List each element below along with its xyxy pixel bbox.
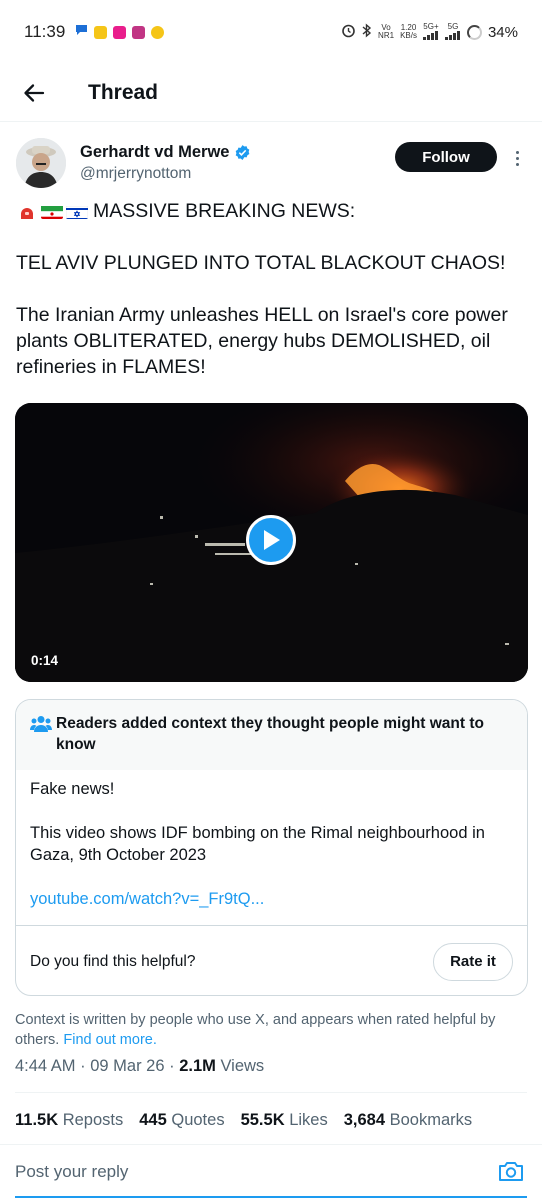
- avatar[interactable]: [16, 138, 66, 188]
- author-handle[interactable]: @mrjerrynottom: [80, 165, 251, 183]
- siren-icon: [16, 203, 38, 219]
- battery-icon: [466, 24, 482, 40]
- context-footer: Context is written by people who use X, …: [15, 1010, 527, 1050]
- bluetooth-icon: [362, 22, 372, 42]
- app-notification-icon: [94, 25, 108, 39]
- community-note-line: This video shows IDF bombing on the Rima…: [30, 824, 485, 864]
- tweet-text: MASSIVE BREAKING NEWS: TEL AVIV PLUNGED …: [16, 198, 530, 380]
- back-button[interactable]: [14, 73, 54, 113]
- status-right: Vo NR1 1.20 KB/s 5G+ 5G 34%: [341, 22, 518, 42]
- more-options-button[interactable]: [510, 144, 524, 172]
- reposts-stat[interactable]: 11.5K Reposts: [15, 1111, 123, 1130]
- likes-stat[interactable]: 55.5K Likes: [241, 1111, 328, 1130]
- bookmarks-stat[interactable]: 3,684 Bookmarks: [344, 1111, 472, 1130]
- community-note-line: Fake news!: [30, 780, 115, 798]
- author-text: Gerhardt vd Merwe @mrjerrynottom: [80, 143, 251, 183]
- emoji-group: [16, 203, 88, 219]
- more-dots-icon: [515, 150, 519, 154]
- status-time: 11:39: [24, 22, 66, 41]
- status-bar: 11:39 Vo NR1 1.20 KB/s 5G+ 5G 34%: [0, 0, 542, 64]
- tweet-line: The Iranian Army unleashes HELL on Israe…: [16, 304, 508, 378]
- app-notification-icon: [113, 25, 127, 39]
- community-note-link[interactable]: youtube.com/watch?v=_Fr9tQ...: [30, 890, 264, 908]
- volte-indicator: Vo NR1: [378, 23, 395, 40]
- views-count: 2.1M: [179, 1057, 216, 1075]
- video-duration: 0:14: [31, 653, 59, 668]
- top-app-bar: Thread: [0, 64, 542, 122]
- play-button[interactable]: [246, 515, 296, 565]
- notification-icons: [75, 23, 165, 41]
- tweet-meta: 4:44 AM · 09 Mar 26 · 2.1M Views: [15, 1057, 265, 1075]
- engagement-stats: 11.5K Reposts 445 Quotes 55.5K Likes 3,6…: [15, 1111, 472, 1130]
- play-icon: [264, 530, 280, 550]
- verified-badge-icon: [236, 145, 250, 160]
- find-out-more-link[interactable]: Find out more.: [63, 1032, 157, 1048]
- tweet-author: Gerhardt vd Merwe @mrjerrynottom Follow: [16, 136, 526, 190]
- views-label: Views: [220, 1057, 265, 1075]
- israel-flag-icon: [66, 203, 88, 219]
- rate-it-button[interactable]: Rate it: [433, 942, 513, 981]
- community-note: Readers added context they thought peopl…: [15, 699, 528, 996]
- tweet-date: 09 Mar 26: [90, 1057, 165, 1075]
- divider: [15, 1092, 527, 1093]
- signal-strength-icon: 5G+: [422, 22, 439, 42]
- speed-indicator: 1.20 KB/s: [400, 23, 417, 40]
- people-icon: [30, 716, 52, 732]
- tweet-headline: MASSIVE BREAKING NEWS:: [93, 200, 356, 222]
- follow-button[interactable]: Follow: [395, 142, 497, 172]
- page-title: Thread: [88, 80, 159, 104]
- quotes-stat[interactable]: 445 Quotes: [139, 1111, 224, 1130]
- community-note-title: Readers added context they thought peopl…: [56, 715, 484, 753]
- alarm-icon: [341, 23, 356, 42]
- arrow-left-icon: [24, 83, 45, 102]
- iran-flag-icon: [41, 203, 63, 219]
- reply-input-underline: [15, 1196, 527, 1198]
- battery-percent: 34%: [487, 23, 518, 41]
- instagram-notification-icon: [132, 25, 146, 39]
- chat-notification-icon: [75, 23, 88, 41]
- rate-note-row: Do you find this helpful? Rate it: [16, 925, 527, 995]
- community-note-body: Fake news! This video shows IDF bombing …: [16, 770, 527, 910]
- signal-strength-icon: 5G: [444, 22, 461, 42]
- reply-composer: Post your reply: [0, 1144, 542, 1200]
- community-note-header: Readers added context they thought peopl…: [16, 700, 527, 770]
- helpful-question: Do you find this helpful?: [30, 952, 196, 970]
- app-notification-icon: [151, 25, 165, 39]
- author-name[interactable]: Gerhardt vd Merwe: [80, 143, 229, 162]
- reply-input[interactable]: Post your reply: [15, 1162, 128, 1182]
- tweet-time: 4:44 AM: [15, 1057, 76, 1075]
- tweet-line: TEL AVIV PLUNGED INTO TOTAL BLACKOUT CHA…: [16, 252, 506, 274]
- camera-icon[interactable]: [498, 1159, 524, 1183]
